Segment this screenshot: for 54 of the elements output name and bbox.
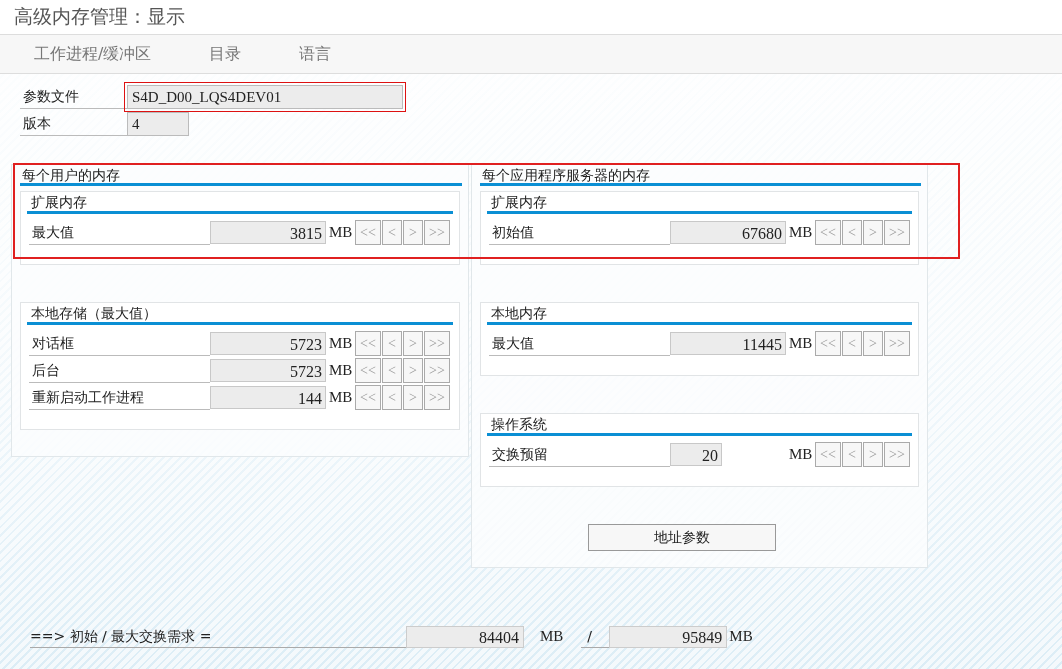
value-field[interactable]: 84404 xyxy=(406,625,524,648)
scroll-button[interactable]: < xyxy=(382,358,402,383)
scroll-button[interactable]: < xyxy=(842,331,862,356)
value-field[interactable]: 144 xyxy=(210,386,326,409)
unit-label: MB xyxy=(540,628,564,645)
group-title: 每个应用程序服务器的内存 xyxy=(480,167,921,186)
scroll-button[interactable]: >> xyxy=(884,220,910,245)
value-field[interactable]: 20 xyxy=(670,443,722,466)
scroll-button[interactable]: > xyxy=(863,442,883,467)
input-field[interactable]: 4 xyxy=(127,111,189,136)
unit-label: MB xyxy=(729,628,753,645)
scroll-button[interactable]: << xyxy=(815,220,841,245)
scroll-button[interactable]: << xyxy=(355,385,381,410)
section-title: 本地存储（最大值） xyxy=(27,304,453,325)
scroll-button[interactable]: >> xyxy=(884,331,910,356)
scroll-button[interactable]: > xyxy=(403,331,423,356)
value-field[interactable]: 11445 xyxy=(670,332,786,355)
field-label: ==> 初始 / 最大交换需求 = xyxy=(30,625,406,648)
value-field[interactable]: 95849 xyxy=(609,625,728,648)
group-title: 每个用户的内存 xyxy=(20,167,462,186)
scroll-button[interactable]: >> xyxy=(424,358,450,383)
scroll-button[interactable]: < xyxy=(842,220,862,245)
scroll-button[interactable]: >> xyxy=(424,331,450,356)
window-title: 高级内存管理：显示 xyxy=(14,4,185,29)
value-field[interactable]: 3815 xyxy=(210,221,326,244)
scroll-button[interactable]: > xyxy=(863,220,883,245)
section-title: 扩展内存 xyxy=(27,193,453,214)
section-title: 操作系统 xyxy=(487,415,912,436)
scroll-button[interactable]: >> xyxy=(884,442,910,467)
scroll-button[interactable]: < xyxy=(382,331,402,356)
scroll-button[interactable]: >> xyxy=(424,220,450,245)
scroll-button[interactable]: > xyxy=(403,385,423,410)
section-title: 扩展内存 xyxy=(487,193,912,214)
scroll-button[interactable]: < xyxy=(842,442,862,467)
section-title: 本地内存 xyxy=(487,304,912,325)
push-button[interactable]: 地址参数 xyxy=(588,524,776,551)
scroll-button[interactable]: << xyxy=(815,331,841,356)
input-field[interactable]: S4D_D00_LQS4DEV01 xyxy=(127,84,403,109)
value-field[interactable]: 67680 xyxy=(670,221,786,244)
scroll-button[interactable]: << xyxy=(815,442,841,467)
toolbar-button[interactable]: 目录 xyxy=(199,43,252,65)
scroll-button[interactable]: >> xyxy=(424,385,450,410)
scroll-button[interactable]: << xyxy=(355,331,381,356)
scroll-button[interactable]: << xyxy=(355,220,381,245)
value-field[interactable]: 5723 xyxy=(210,359,326,382)
scroll-button[interactable]: > xyxy=(863,331,883,356)
scroll-button[interactable]: > xyxy=(403,220,423,245)
scroll-button[interactable]: < xyxy=(382,220,402,245)
value-field[interactable]: 5723 xyxy=(210,332,326,355)
scroll-button[interactable]: < xyxy=(382,385,402,410)
scroll-button[interactable]: << xyxy=(355,358,381,383)
toolbar-button[interactable]: 语言 xyxy=(289,43,342,65)
toolbar-button[interactable]: 工作进程/缓冲区 xyxy=(24,43,162,65)
scroll-button[interactable]: > xyxy=(403,358,423,383)
